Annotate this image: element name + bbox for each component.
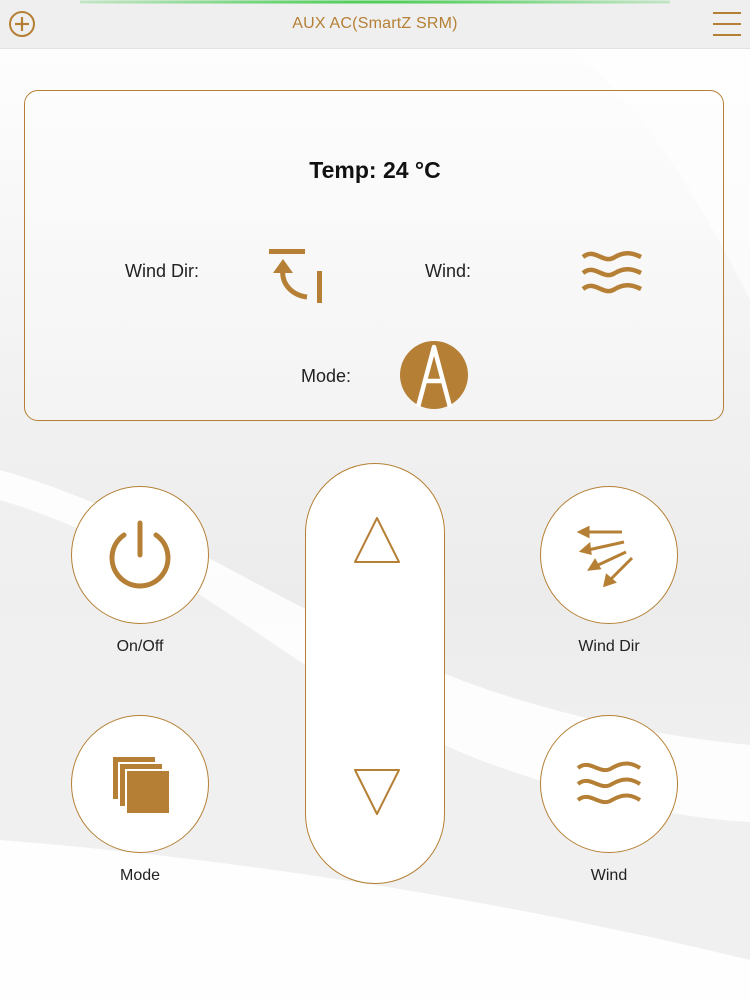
wind-dir-button-label: Wind Dir: [578, 638, 640, 655]
wind-status-label: Wind:: [425, 261, 472, 281]
mode-status-label: Mode:: [301, 366, 352, 386]
power-button-label: On/Off: [116, 638, 164, 655]
wind-speed-icon: [576, 761, 642, 804]
power-button[interactable]: [71, 486, 209, 624]
swing-direction-icon: [269, 249, 322, 303]
hamburger-menu-icon: [713, 12, 741, 36]
status-panel: Temp: 24 °C Wind Dir: Wind: Mode:: [24, 90, 724, 421]
auto-mode-icon: [400, 341, 468, 409]
wind-button-label: Wind: [590, 867, 628, 884]
wind-dir-button[interactable]: [540, 486, 678, 624]
wind-button[interactable]: [540, 715, 678, 853]
power-icon: [109, 520, 171, 589]
mode-button[interactable]: [71, 715, 209, 853]
wind-waves-icon: [581, 251, 643, 294]
wind-dir-status-label: Wind Dir:: [125, 261, 200, 281]
wind-direction-arrows-icon: [576, 525, 634, 588]
temperature-control: [305, 463, 445, 884]
temperature-display: Temp: 24 °C: [309, 157, 441, 183]
top-glow: [80, 0, 670, 4]
auto-mode-glyph: [415, 344, 453, 408]
triangle-down-icon[interactable]: [351, 766, 403, 818]
mode-button-label: Mode: [119, 867, 161, 884]
mode-stack-icon: [111, 755, 171, 815]
menu-button[interactable]: [712, 11, 742, 37]
triangle-up-icon[interactable]: [351, 514, 403, 566]
page-title: AUX AC(SmartZ SRM): [292, 15, 458, 32]
